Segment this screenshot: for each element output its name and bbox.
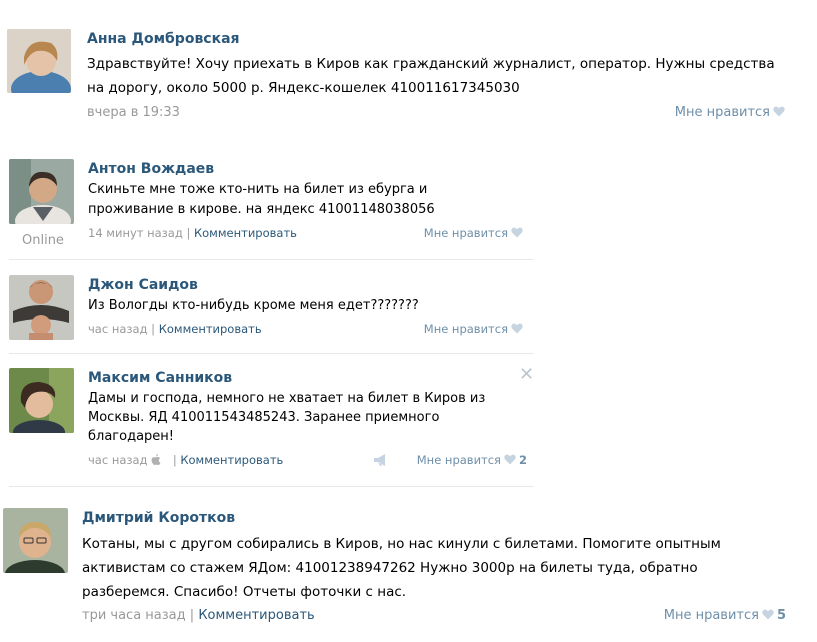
- author-name[interactable]: Джон Саидов: [88, 277, 198, 293]
- comment-button[interactable]: Комментировать: [198, 608, 314, 623]
- comment-time[interactable]: вчера в 19:33: [87, 105, 180, 120]
- like-label: Мне нравится: [663, 608, 759, 623]
- avatar[interactable]: [9, 368, 74, 433]
- comment-time[interactable]: три часа назад: [82, 608, 186, 623]
- like-button[interactable]: Мне нравится: [660, 105, 785, 120]
- apple-icon: [151, 454, 161, 465]
- heart-icon: [511, 323, 523, 334]
- close-icon[interactable]: ✕: [519, 364, 534, 385]
- like-count: 2: [518, 453, 527, 467]
- like-button[interactable]: Мне нравится 2: [395, 453, 527, 467]
- comment-time[interactable]: час назад: [88, 322, 148, 336]
- avatar[interactable]: [7, 29, 71, 93]
- avatar-image: [9, 368, 74, 433]
- avatar[interactable]: [3, 508, 68, 573]
- separator: |: [151, 322, 156, 336]
- comment-meta: час назад | Комментировать: [88, 453, 283, 467]
- comment-button[interactable]: Комментировать: [159, 322, 262, 336]
- like-button[interactable]: Мне нравится: [400, 322, 523, 336]
- avatar-image: [7, 29, 71, 93]
- divider: [9, 259, 534, 260]
- like-count: 5: [776, 608, 786, 623]
- comment-meta: три часа назад | Комментировать: [82, 608, 315, 623]
- like-label: Мне нравится: [416, 453, 501, 467]
- divider: [9, 486, 534, 487]
- separator: |: [186, 226, 191, 240]
- author-name[interactable]: Антон Вождаев: [88, 161, 214, 177]
- heart-icon: [504, 454, 516, 465]
- author-name[interactable]: Максим Санников: [88, 370, 232, 386]
- heart-icon: [511, 227, 523, 238]
- online-status: Online: [22, 233, 64, 248]
- like-button[interactable]: Мне нравится: [400, 226, 523, 240]
- author-name[interactable]: Дмитрий Коротков: [82, 510, 235, 526]
- divider: [9, 353, 534, 354]
- comment-text: Скиньте мне тоже кто-нить на билет из еб…: [88, 182, 435, 217]
- comment-text: Из Вологды кто-нибудь кроме меня едет???…: [88, 298, 419, 313]
- like-label: Мне нравится: [423, 322, 508, 336]
- separator: |: [189, 608, 195, 623]
- heart-icon: [762, 609, 774, 620]
- author-name[interactable]: Анна Домбровская: [87, 31, 240, 47]
- heart-icon: [773, 106, 785, 117]
- comment-button[interactable]: Комментировать: [180, 453, 283, 467]
- comment-meta: 14 минут назад | Комментировать: [88, 226, 297, 240]
- like-label: Мне нравится: [423, 226, 508, 240]
- comment-text: Котаны, мы с другом собирались в Киров, …: [82, 536, 721, 600]
- megaphone-icon[interactable]: [374, 454, 388, 466]
- avatar-image: [9, 159, 74, 224]
- avatar-image: [3, 508, 68, 573]
- comment-text: Здравствуйте! Хочу приехать в Киров как …: [87, 56, 775, 96]
- comment-button[interactable]: Комментировать: [194, 226, 297, 240]
- like-button[interactable]: Мне нравится 5: [640, 608, 786, 623]
- comment-time[interactable]: 14 минут назад: [88, 226, 183, 240]
- comment-time[interactable]: час назад: [88, 453, 148, 467]
- avatar[interactable]: [9, 159, 74, 224]
- comment-meta: час назад | Комментировать: [88, 322, 262, 336]
- comment-text: Дамы и господа, немного не хватает на би…: [88, 391, 486, 444]
- avatar-image: [9, 275, 74, 340]
- avatar[interactable]: [9, 275, 74, 340]
- separator: |: [172, 453, 177, 467]
- like-label: Мне нравится: [674, 105, 770, 120]
